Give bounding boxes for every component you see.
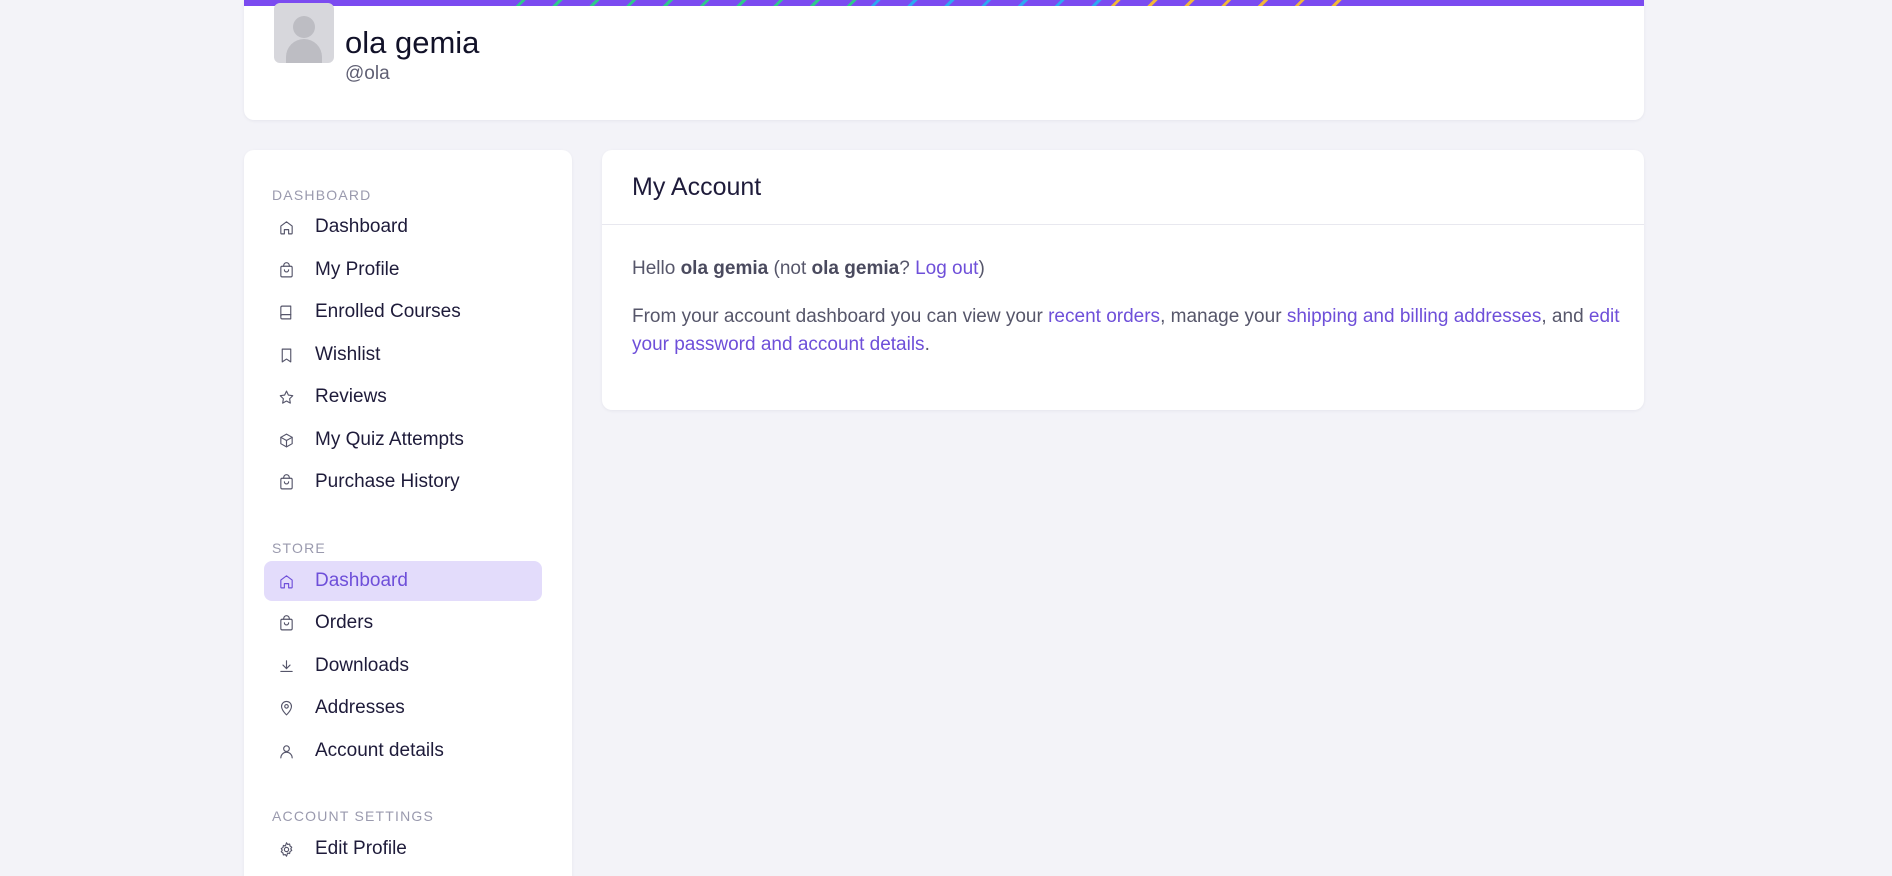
greeting-paragraph: Hello ola gemia (not ola gemia? Log out) [632, 255, 1622, 283]
recent-orders-link[interactable]: recent orders [1048, 306, 1160, 327]
manage-text: , manage your [1160, 306, 1287, 327]
intro-text: From your account dashboard you can view… [632, 306, 1049, 327]
sidebar-item-downloads[interactable]: Downloads [264, 646, 542, 686]
profile-header-card: ola gemia @ola [244, 0, 1644, 120]
greeting-text: Hello [632, 258, 681, 279]
sidebar-item-label: Addresses [315, 697, 405, 718]
sidebar-item-account-details[interactable]: Account details [264, 731, 542, 771]
intro-paragraph: From your account dashboard you can view… [632, 303, 1622, 359]
sidebar-item-wishlist[interactable]: Wishlist [264, 335, 542, 375]
sidebar-item-orders[interactable]: Orders [264, 603, 542, 643]
gear-icon [277, 840, 295, 858]
sidebar-item-my-quiz-attempts[interactable]: My Quiz Attempts [264, 420, 542, 460]
sidebar-item-label: My Profile [315, 259, 400, 280]
profile-name: ola gemia [345, 25, 480, 60]
avatar[interactable] [274, 3, 334, 63]
sidebar-item-my-profile[interactable]: My Profile [264, 250, 542, 290]
book-icon [277, 303, 295, 321]
home-icon [277, 572, 295, 590]
bookmark-icon [277, 346, 295, 364]
sidebar-item-label: My Quiz Attempts [315, 429, 464, 450]
addresses-link[interactable]: shipping and billing addresses [1287, 306, 1542, 327]
sidebar-section-title-store: STORE [272, 540, 326, 556]
bag-icon [277, 261, 295, 279]
sidebar-item-label: Enrolled Courses [315, 301, 461, 322]
sidebar-item-reviews[interactable]: Reviews [264, 377, 542, 417]
user-name: ola gemia [680, 258, 769, 279]
user-name-again: ola gemia [811, 258, 900, 279]
close-paren: ) [978, 258, 985, 279]
my-account-card: My Account Hello ola gemia (not ola gemi… [602, 150, 1644, 410]
sidebar-item-label: Dashboard [315, 216, 408, 237]
sidebar-item-label: Wishlist [315, 344, 381, 365]
cube-icon [277, 431, 295, 449]
logout-link[interactable]: Log out [915, 258, 978, 279]
sidebar-item-edit-profile[interactable]: Edit Profile [264, 829, 542, 869]
sidebar-section-title-account-settings: ACCOUNT SETTINGS [272, 808, 435, 824]
download-icon [277, 657, 295, 675]
bag-icon [277, 614, 295, 632]
cover-banner [244, 0, 1644, 6]
profile-handle: @ola [345, 63, 390, 84]
sidebar-item-addresses[interactable]: Addresses [264, 688, 542, 728]
sidebar-item-label: Account details [315, 740, 444, 761]
sidebar-item-store-dashboard[interactable]: Dashboard [264, 561, 542, 601]
sidebar-item-label: Orders [315, 612, 374, 633]
sidebar-item-enrolled-courses[interactable]: Enrolled Courses [264, 292, 542, 332]
user-icon [277, 742, 295, 760]
sidebar-nav: DASHBOARD Dashboard My Profile Enrolled … [244, 150, 572, 876]
sidebar-item-label: Reviews [315, 386, 387, 407]
bag-icon [277, 473, 295, 491]
sidebar-item-purchase-history[interactable]: Purchase History [264, 462, 542, 502]
not-text: (not [768, 258, 812, 279]
home-icon [277, 218, 295, 236]
sidebar-item-label: Edit Profile [315, 838, 407, 859]
and-text: , and [1541, 306, 1589, 327]
end-text: . [924, 334, 930, 355]
star-icon [277, 388, 295, 406]
location-pin-icon [277, 699, 295, 717]
divider [602, 224, 1644, 225]
account-body: Hello ola gemia (not ola gemia? Log out)… [632, 255, 1622, 359]
sidebar-section-title-dashboard: DASHBOARD [272, 187, 372, 203]
page-title: My Account [632, 173, 762, 201]
sidebar-item-label: Purchase History [315, 471, 460, 492]
sidebar-item-label: Downloads [315, 655, 409, 676]
sidebar-item-label: Dashboard [315, 570, 408, 591]
question-text: ? [899, 258, 916, 279]
sidebar-item-dashboard[interactable]: Dashboard [264, 207, 542, 247]
